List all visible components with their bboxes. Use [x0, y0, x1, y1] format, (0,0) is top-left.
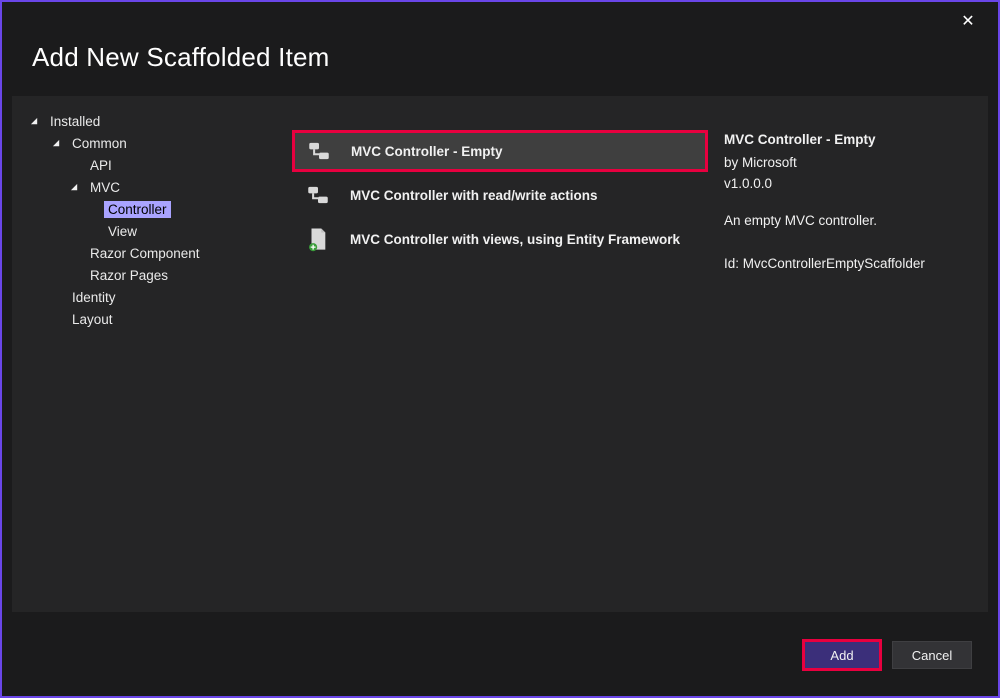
expand-arrow-icon	[28, 115, 40, 127]
tree-node-layout[interactable]: Layout	[12, 308, 282, 330]
tree-node-installed[interactable]: Installed	[12, 110, 282, 132]
tree-label: Controller	[108, 202, 167, 217]
add-button[interactable]: Add	[802, 639, 882, 671]
category-tree: Installed Common API MVC Controller View	[12, 96, 282, 612]
close-button[interactable]: ✕	[958, 12, 978, 32]
details-id: Id: MvcControllerEmptyScaffolder	[724, 254, 972, 275]
tree-label: MVC	[90, 180, 120, 195]
tree-node-razor-pages[interactable]: Razor Pages	[12, 264, 282, 286]
tree-label: View	[108, 224, 137, 239]
dialog-window: ✕ Add New Scaffolded Item Installed Comm…	[0, 0, 1000, 698]
tree-node-mvc[interactable]: MVC	[12, 176, 282, 198]
template-item-ef[interactable]: MVC Controller with views, using Entity …	[292, 218, 708, 260]
tree-label: Identity	[72, 290, 116, 305]
tree-label: Installed	[50, 114, 100, 129]
cancel-button[interactable]: Cancel	[892, 641, 972, 669]
tree-label: Razor Component	[90, 246, 200, 261]
dialog-footer: Add Cancel	[12, 626, 988, 684]
expand-arrow-icon	[50, 137, 62, 149]
details-author: by Microsoft	[724, 153, 972, 174]
tree-label: Layout	[72, 312, 113, 327]
details-title: MVC Controller - Empty	[724, 130, 972, 151]
tree-label: API	[90, 158, 112, 173]
expand-arrow-icon	[68, 181, 80, 193]
code-file-icon	[304, 225, 332, 253]
details-version: v1.0.0.0	[724, 174, 972, 195]
dialog-title: Add New Scaffolded Item	[32, 42, 998, 73]
tree-node-common[interactable]: Common	[12, 132, 282, 154]
tree-node-view[interactable]: View	[12, 220, 282, 242]
tree-node-controller[interactable]: Controller	[12, 198, 282, 220]
template-label: MVC Controller with read/write actions	[350, 188, 598, 203]
details-description: An empty MVC controller.	[724, 211, 972, 232]
scaffold-icon	[305, 137, 333, 165]
template-label: MVC Controller - Empty	[351, 144, 503, 159]
dialog-body: Installed Common API MVC Controller View	[12, 96, 988, 612]
tree-node-razor-component[interactable]: Razor Component	[12, 242, 282, 264]
template-item-readwrite[interactable]: MVC Controller with read/write actions	[292, 174, 708, 216]
tree-node-api[interactable]: API	[12, 154, 282, 176]
scaffold-icon	[304, 181, 332, 209]
details-pane: MVC Controller - Empty by Microsoft v1.0…	[718, 96, 988, 612]
dialog-header: Add New Scaffolded Item	[2, 2, 998, 97]
template-item-empty[interactable]: MVC Controller - Empty	[292, 130, 708, 172]
template-label: MVC Controller with views, using Entity …	[350, 232, 680, 247]
tree-label: Common	[72, 136, 127, 151]
template-list: MVC Controller - Empty MVC Controller wi…	[282, 96, 718, 612]
tree-label: Razor Pages	[90, 268, 168, 283]
tree-node-identity[interactable]: Identity	[12, 286, 282, 308]
